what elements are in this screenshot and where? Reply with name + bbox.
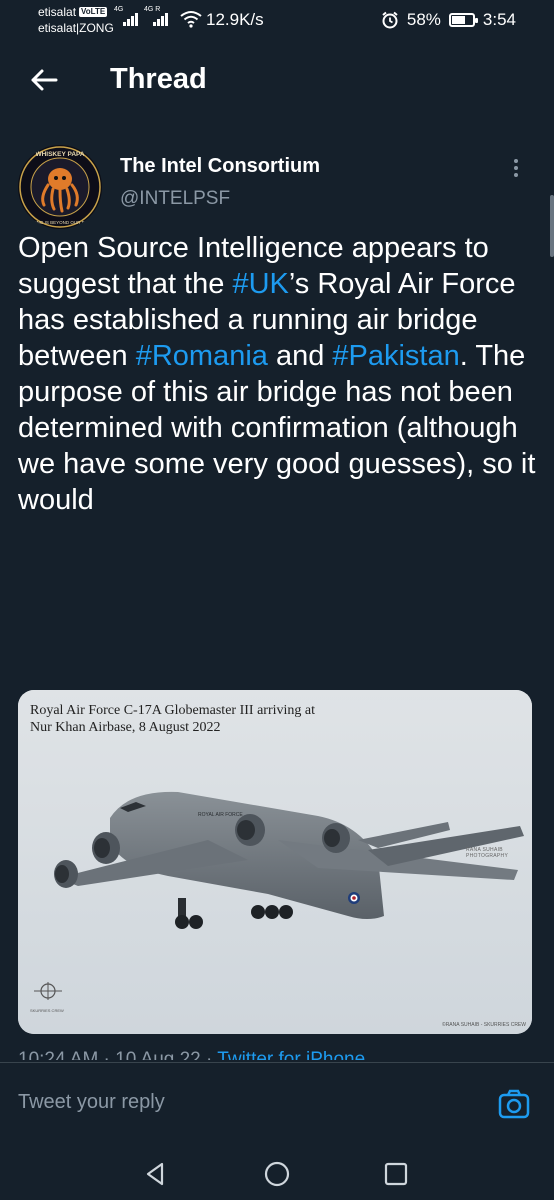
photographer-logo-icon: SKURRIES CREW [30, 978, 64, 1018]
avatar[interactable]: WHISKEY PAPA NOTHING IS BEYOND OUR REACH [18, 145, 102, 229]
volte-badge: VoLTE [79, 7, 108, 17]
signal-icon: 4G [114, 6, 138, 26]
tweet-source-link[interactable]: Twitter for iPhone [217, 1050, 365, 1060]
network-type-2: 4G R [144, 6, 161, 13]
author-name[interactable]: The Intel Consortium [120, 155, 320, 178]
status-bar: etisalat VoLTE etisalat|ZONG 4G 4G R 12.… [0, 0, 554, 44]
reply-bar: Tweet your reply [0, 1062, 554, 1148]
image-caption-line2: Nur Khan Airbase, 8 August 2022 [30, 720, 221, 735]
scrollbar[interactable] [550, 195, 554, 257]
battery-icon [448, 13, 478, 27]
camera-icon[interactable] [496, 1087, 532, 1123]
avatar-text-bottom: NOTHING IS BEYOND OUR REACH [23, 220, 98, 225]
aircraft-marking: ROYAL AIR FORCE [198, 812, 243, 818]
nav-back-icon[interactable] [140, 1158, 172, 1190]
hashtag-romania[interactable]: #Romania [136, 340, 268, 372]
wifi-icon [180, 11, 202, 28]
battery-percent: 58% [406, 10, 441, 29]
author-handle[interactable]: @INTELPSF [120, 188, 230, 210]
image-caption-line1: Royal Air Force C-17A Globemaster III ar… [30, 703, 315, 718]
network-speed: 12.9K/s [206, 10, 264, 29]
signal-icon: 4G R [144, 6, 168, 26]
hashtag-uk[interactable]: #UK [232, 268, 288, 300]
tweet-text: Open Source Intelligence appears to sugg… [18, 230, 538, 518]
tweet-timestamp: 10:24 AM · 10 Aug 22 · [18, 1050, 217, 1060]
photo-credit-line2: PHOTOGRAPHY [466, 853, 509, 859]
photo-credit: RANA SUHAIB PHOTOGRAPHY [466, 847, 508, 859]
hashtag-pakistan[interactable]: #Pakistan [332, 340, 459, 372]
tweet-meta: 10:24 AM · 10 Aug 22 · Twitter for iPhon… [18, 1050, 365, 1060]
status-right: 58% 3:54 [381, 10, 516, 30]
nav-recents-icon[interactable] [380, 1158, 412, 1190]
image-caption: Royal Air Force C-17A Globemaster III ar… [30, 702, 315, 736]
reply-input[interactable]: Tweet your reply [18, 1091, 165, 1114]
carrier-info: etisalat VoLTE etisalat|ZONG [38, 4, 114, 36]
arrow-left-icon[interactable] [26, 62, 62, 98]
carrier-2: etisalat|ZONG [38, 21, 114, 35]
octopus-logo-icon: WHISKEY PAPA NOTHING IS BEYOND OUR REACH [19, 146, 101, 228]
signal-indicators: 4G 4G R [114, 6, 168, 26]
logo-text: SKURRIES CREW [30, 1008, 64, 1013]
page-title: Thread [110, 63, 207, 95]
more-options-icon[interactable] [508, 156, 524, 184]
tweet-text-part: and [267, 340, 333, 372]
system-nav-bar [0, 1148, 554, 1200]
clock: 3:54 [482, 10, 516, 29]
alarm-icon [382, 11, 398, 29]
image-watermark: ©RANA SUHAIB - SKURRIES CREW [442, 1022, 526, 1028]
network-type-1: 4G [114, 6, 124, 13]
nav-home-icon[interactable] [261, 1158, 293, 1190]
avatar-text-top: WHISKEY PAPA [35, 151, 84, 158]
tweet-image[interactable]: ROYAL AIR FORCE Royal Air Force C-17A Gl… [18, 690, 532, 1034]
carrier-1: etisalat [38, 5, 77, 19]
thread-header: Thread [0, 48, 554, 112]
aircraft-photo: ROYAL AIR FORCE [18, 690, 532, 1034]
